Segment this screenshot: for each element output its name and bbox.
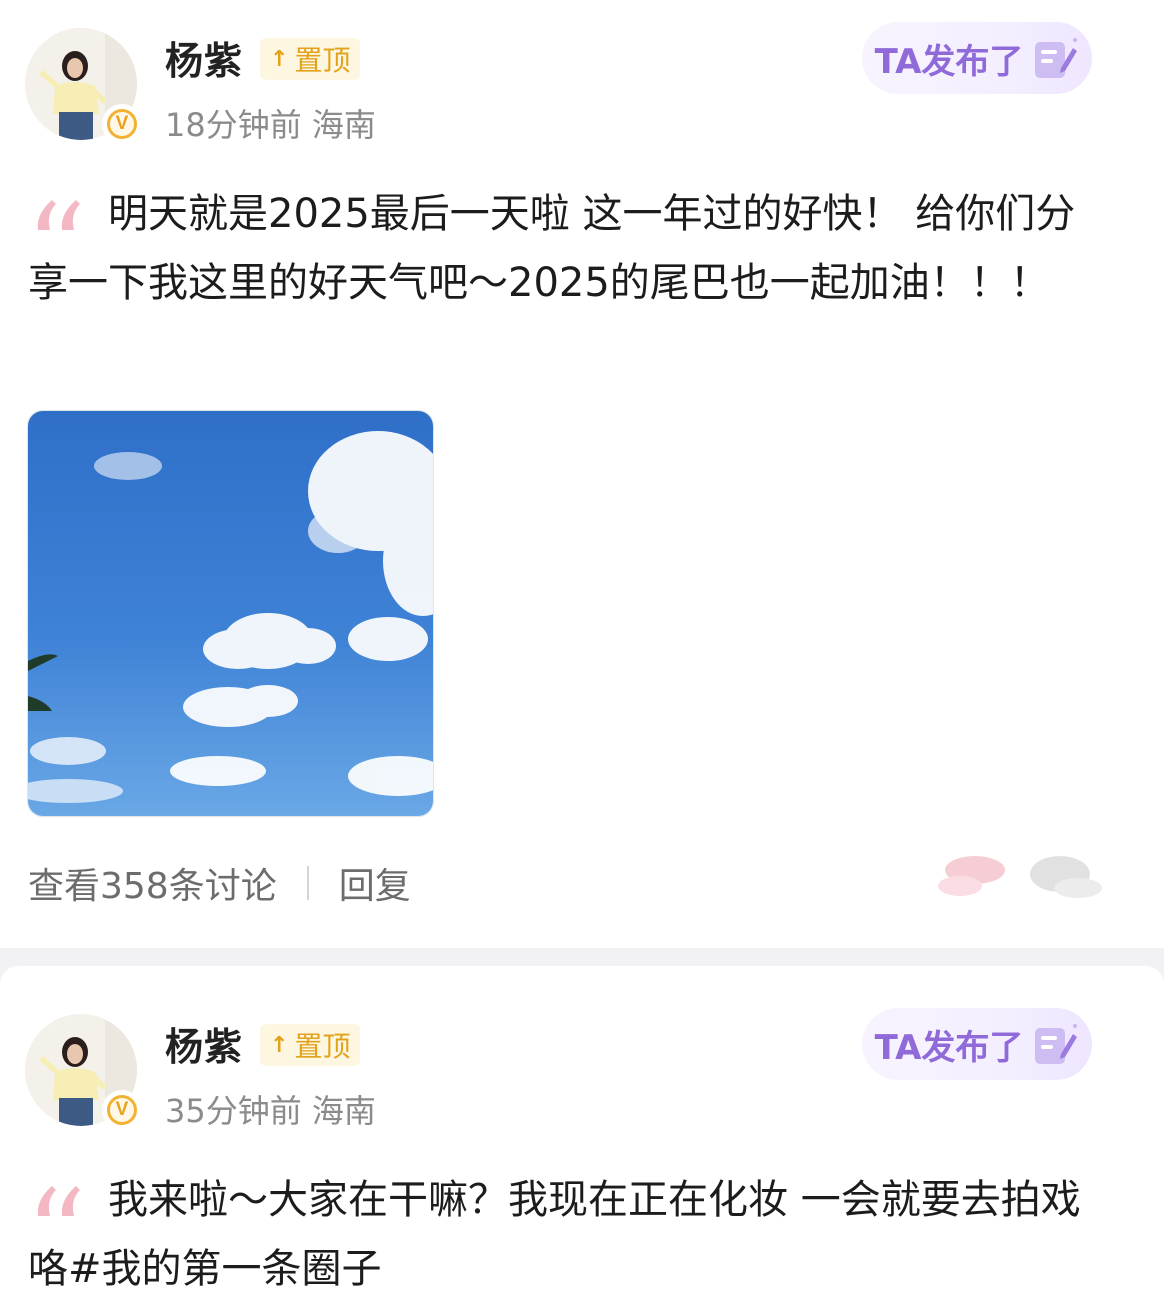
sticker-decoration — [938, 856, 1102, 898]
post-time: 35分钟前 — [165, 1092, 302, 1130]
post-text: 我来啦～大家在干嘛？我现在正在化妆 一会就要去拍戏咯#我的第一条圈子 — [28, 1177, 1081, 1292]
pinned-label: 置顶 — [294, 44, 351, 77]
verified-badge-icon: V — [102, 104, 142, 144]
post-actions: 查看358条讨论 回复 — [28, 858, 411, 908]
author-name[interactable]: 杨紫 — [165, 1016, 243, 1071]
ta-published-button[interactable]: TA发布了 — [862, 1008, 1092, 1080]
post-location: 海南 — [311, 1092, 376, 1130]
post-meta: 18分钟前 海南 — [165, 100, 376, 146]
post-text: 明天就是2025最后一天啦 这一年过的好快！ 给你们分享一下我这里的好天气吧～2… — [28, 191, 1076, 306]
ta-published-button[interactable]: TA发布了 — [862, 22, 1092, 94]
up-arrow-icon: ↑ — [270, 1032, 289, 1058]
post-location: 海南 — [311, 106, 376, 144]
divider — [306, 866, 309, 900]
ta-published-label: TA发布了 — [874, 1027, 1024, 1068]
view-discussions-link[interactable]: 查看358条讨论 — [28, 857, 277, 909]
ta-published-label: TA发布了 — [874, 41, 1024, 82]
pinned-badge: ↑ 置顶 — [260, 38, 361, 80]
edit-document-icon — [1035, 1024, 1078, 1064]
edit-document-icon — [1035, 38, 1078, 78]
post-time: 18分钟前 — [165, 106, 302, 144]
post-meta: 35分钟前 海南 — [165, 1086, 376, 1132]
post-card[interactable]: V 杨紫 ↑ 置顶 18分钟前 海南 TA发布了 明天就是2025最后一天啦 这… — [0, 0, 1164, 948]
post-card[interactable]: V 杨紫 ↑ 置顶 35分钟前 海南 TA发布了 我来啦～大家在干嘛？我现在正在… — [0, 966, 1164, 1305]
reply-button[interactable]: 回复 — [339, 857, 411, 909]
up-arrow-icon: ↑ — [270, 46, 289, 72]
author-name[interactable]: 杨紫 — [165, 30, 243, 85]
pinned-label: 置顶 — [294, 1030, 351, 1063]
verified-badge-icon: V — [102, 1090, 142, 1130]
pinned-badge: ↑ 置顶 — [260, 1024, 361, 1066]
post-image-sky[interactable] — [27, 410, 434, 817]
